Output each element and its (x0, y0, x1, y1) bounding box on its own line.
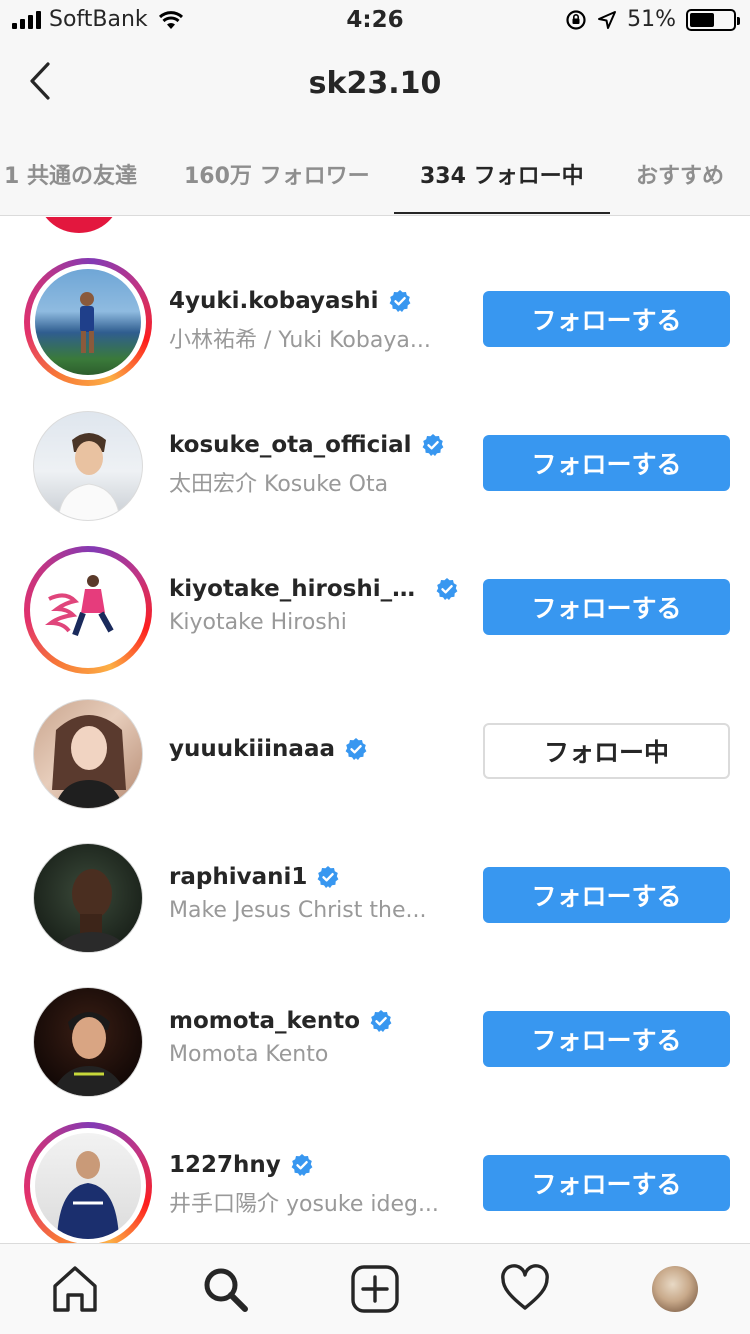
list-item[interactable]: kosuke_ota_official 太田宏介 Kosuke Ota フォロー… (0, 402, 750, 546)
home-icon[interactable] (50, 1264, 100, 1314)
verified-badge-icon (370, 1010, 392, 1032)
page-title: sk23.10 (308, 66, 442, 101)
follow-button[interactable]: フォローする (483, 1155, 730, 1211)
search-icon[interactable] (200, 1264, 250, 1314)
full-name: Make Jesus Christ the... (169, 898, 427, 923)
avatar (33, 411, 143, 521)
full-name: Kiyotake Hiroshi (169, 610, 347, 635)
follow-button[interactable]: フォローする (483, 867, 730, 923)
full-name: 井手口陽介 yosuke ideg... (169, 1192, 439, 1217)
following-button[interactable]: フォロー中 (483, 723, 730, 779)
avatar (33, 987, 143, 1097)
location-arrow-icon (598, 10, 617, 29)
avatar (33, 699, 143, 809)
verified-badge-icon (317, 866, 339, 888)
battery-percent: 51% (627, 7, 676, 32)
username[interactable]: 1227hny (169, 1152, 281, 1178)
username[interactable]: kiyotake_hiroshi_o... (169, 576, 426, 602)
username[interactable]: yuuukiiinaaa (169, 736, 335, 762)
list-item[interactable]: 4yuki.kobayashi 小林祐希 / Yuki Kobaya... フォ… (0, 258, 750, 402)
partially-visible-avatar[interactable] (38, 217, 120, 233)
add-post-icon[interactable] (350, 1264, 400, 1314)
username[interactable]: momota_kento (169, 1008, 360, 1034)
full-name: 太田宏介 Kosuke Ota (169, 472, 389, 497)
activity-heart-icon[interactable] (500, 1264, 550, 1314)
avatar (35, 269, 141, 375)
bottom-tab-bar (0, 1243, 750, 1334)
verified-badge-icon (345, 738, 367, 760)
username[interactable]: kosuke_ota_official (169, 432, 412, 458)
active-tab-indicator (394, 212, 610, 214)
follow-button[interactable]: フォローする (483, 291, 730, 347)
list-item[interactable]: yuuukiiinaaa フォロー中 (0, 690, 750, 834)
list-item[interactable]: momota_kento Momota Kento フォローする (0, 978, 750, 1122)
navigation-bar: sk23.10 (0, 40, 750, 130)
username[interactable]: 4yuki.kobayashi (169, 288, 379, 314)
follow-button[interactable]: フォローする (483, 1011, 730, 1067)
follow-button[interactable]: フォローする (483, 435, 730, 491)
follow-button[interactable]: フォローする (483, 579, 730, 635)
list-item[interactable]: kiyotake_hiroshi_o... Kiyotake Hiroshi フ… (0, 546, 750, 690)
following-list[interactable]: 4yuki.kobayashi 小林祐希 / Yuki Kobaya... フォ… (0, 217, 750, 1243)
status-bar: SoftBank 4:26 51% (0, 0, 750, 40)
top-area: SoftBank 4:26 51% sk23.10 1 共通の友達 160万 フ… (0, 0, 750, 216)
story-ring[interactable] (24, 1122, 152, 1243)
story-ring[interactable] (24, 258, 152, 386)
avatar (33, 843, 143, 953)
avatar (35, 557, 141, 663)
full-name: 小林祐希 / Yuki Kobaya... (169, 328, 431, 353)
battery-icon (686, 8, 740, 31)
verified-badge-icon (389, 290, 410, 312)
verified-badge-icon (291, 1154, 313, 1176)
list-item[interactable]: raphivani1 Make Jesus Christ the... フォロー… (0, 834, 750, 978)
tab-following[interactable]: 334 フォロー中 (420, 158, 584, 190)
tab-mutual-friends[interactable]: 1 共通の友達 (4, 158, 137, 190)
username[interactable]: raphivani1 (169, 864, 307, 890)
avatar (35, 1133, 141, 1239)
full-name: Momota Kento (169, 1042, 329, 1067)
tab-followers[interactable]: 160万 フォロワー (184, 158, 370, 190)
profile-avatar[interactable] (652, 1266, 698, 1312)
tab-suggested[interactable]: おすすめ (636, 158, 724, 190)
orientation-lock-icon (566, 9, 586, 30)
list-item[interactable]: 1227hny 井手口陽介 yosuke ideg... フォローする (0, 1122, 750, 1243)
verified-badge-icon (436, 578, 458, 600)
story-ring[interactable] (24, 546, 152, 674)
follow-tabs: 1 共通の友達 160万 フォロワー 334 フォロー中 おすすめ (0, 132, 750, 216)
verified-badge-icon (422, 434, 443, 456)
